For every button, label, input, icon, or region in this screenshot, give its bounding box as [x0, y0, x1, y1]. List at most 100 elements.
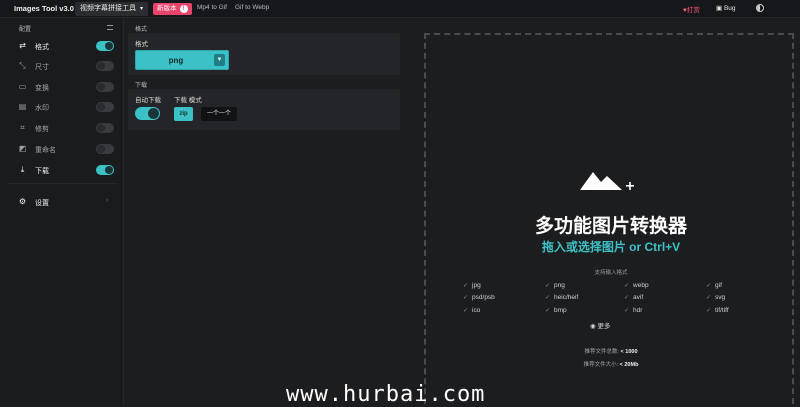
check-icon: ✓: [463, 308, 469, 314]
sidebar: 配置 ⇄ 格式 ⤡ 尺寸 ▭ 变换 ▤ 水印 ⌗ 修剪 ◩ 重命名 ⤓ 下载 ⚙…: [0, 18, 124, 406]
auto-download-label: 自动下载: [135, 97, 161, 104]
check-icon: ✓: [624, 308, 630, 314]
format-label: gif: [715, 282, 722, 289]
download-section-title: 下载: [135, 83, 148, 89]
auto-download-toggle[interactable]: [135, 107, 160, 120]
drop-zone-title: 多功能图片转换器: [534, 216, 687, 237]
theme-toggle-icon[interactable]: [756, 4, 764, 12]
link-gif-to-webp[interactable]: Gif to Webp: [235, 4, 269, 11]
total-label: 推荐文件总数:: [584, 349, 619, 355]
download-mode-button[interactable]: 一个一个: [201, 107, 237, 121]
check-icon: ✓: [545, 283, 551, 289]
format-section-title: 格式: [135, 27, 148, 33]
new-version-label: 新版本: [157, 5, 177, 12]
format-label: psd/psb: [472, 294, 495, 301]
check-icon: ✓: [706, 308, 712, 314]
format-item: ✓ bmp: [545, 307, 567, 314]
top-bar: Images Tool v3.0 视频字幕拼接工具 ▾ 新版本! Mp4 to G…: [0, 0, 800, 18]
bug-link[interactable]: ▣ Bug: [716, 4, 736, 12]
site-watermark: www.hurbai.com: [286, 382, 486, 407]
swap-arrows-icon: ⇄: [19, 41, 26, 50]
check-icon: ✓: [624, 283, 630, 289]
format-item: ✓ heic/heif: [545, 294, 578, 301]
watermark-toggle[interactable]: [96, 102, 114, 112]
format-item: ✓ avif: [624, 294, 643, 301]
more-label: 更多: [597, 323, 611, 330]
tip-link[interactable]: ♥打赏: [683, 4, 700, 14]
watermark-icon: ▤: [18, 102, 27, 111]
transform-icon: ▭: [18, 82, 27, 91]
check-icon: ✓: [545, 295, 551, 301]
format-item: ✓ webp: [624, 282, 649, 289]
format-item: ✓ jpg: [463, 282, 481, 289]
sidebar-item-label: 变换: [35, 85, 49, 92]
size-toggle[interactable]: [96, 61, 114, 71]
format-item: ✓ tif/tiff: [706, 307, 729, 314]
sidebar-item-label: 水印: [35, 105, 49, 112]
add-image-icon: [580, 172, 634, 190]
check-icon: ✓: [463, 295, 469, 301]
recommended-size: 推荐文件大小: < 20Mb: [424, 360, 798, 368]
zip-button[interactable]: zip: [174, 107, 193, 121]
format-label: hdr: [633, 307, 643, 314]
format-item: ✓ psd/psb: [463, 294, 495, 301]
bug-label: Bug: [723, 5, 736, 12]
check-icon: ✓: [545, 308, 551, 314]
transform-toggle[interactable]: [96, 82, 114, 92]
chevron-right-icon: ›: [106, 197, 109, 204]
download-toggle[interactable]: [96, 165, 114, 175]
sidebar-item-watermark[interactable]: ▤ 水印: [18, 100, 114, 114]
sidebar-item-settings[interactable]: ⚙ 设置 ›: [18, 195, 114, 209]
format-label: heic/heif: [554, 294, 579, 301]
format-field-label: 格式: [135, 41, 148, 48]
sidebar-divider: [8, 183, 118, 184]
chat-icon: ▣: [716, 5, 724, 12]
crop-toggle[interactable]: [96, 123, 114, 133]
sidebar-item-transform[interactable]: ▭ 变换: [18, 80, 114, 94]
new-version-button[interactable]: 新版本!: [153, 3, 192, 15]
format-item: ✓ hdr: [624, 307, 642, 314]
total-value: < 1000: [620, 349, 638, 355]
sidebar-header: 配置: [19, 27, 32, 33]
sidebar-item-download[interactable]: ⤓ 下载: [18, 163, 114, 177]
drop-zone-subtitle: 拖入或选择图片 or Ctrl+V: [541, 240, 681, 254]
crop-icon: ⌗: [20, 123, 25, 132]
size-label: 推荐文件大小:: [583, 362, 619, 368]
format-select[interactable]: png ▼: [135, 50, 229, 70]
download-card: 自动下载 下载 模式 zip 一个一个: [128, 89, 400, 130]
list-icon[interactable]: [107, 25, 113, 30]
format-item: ✓ ico: [463, 307, 480, 314]
sidebar-item-rename[interactable]: ◩ 重命名: [18, 142, 114, 156]
format-label: bmp: [554, 307, 567, 314]
rename-toggle[interactable]: [96, 144, 114, 154]
format-label: avif: [633, 294, 644, 301]
format-card: 格式 png ▼: [128, 33, 400, 75]
tool-select-label: 视频字幕拼接工具: [80, 5, 136, 12]
format-label: svg: [715, 294, 726, 301]
format-label: webp: [633, 282, 649, 289]
format-item: ✓ png: [545, 282, 565, 289]
supported-formats-header: 支持输入格式: [594, 270, 628, 276]
sidebar-item-format[interactable]: ⇄ 格式: [18, 39, 114, 53]
format-item: ✓ gif: [706, 282, 722, 289]
link-mp4-to-gif[interactable]: Mp4 to Gif: [197, 4, 227, 11]
sidebar-item-crop[interactable]: ⌗ 修剪: [18, 121, 114, 135]
format-toggle[interactable]: [96, 41, 114, 51]
tool-select-dropdown[interactable]: 视频字幕拼接工具 ▾: [75, 2, 149, 16]
size-value: < 20Mb: [619, 362, 639, 368]
format-label: png: [554, 282, 565, 289]
download-icon: ⤓: [20, 165, 25, 174]
format-item: ✓ svg: [706, 294, 725, 301]
tip-label: 打赏: [686, 7, 700, 14]
rename-icon: ◩: [18, 144, 27, 153]
sidebar-item-label: 格式: [35, 44, 49, 51]
more-formats-button[interactable]: ◉ 更多: [590, 320, 610, 330]
sidebar-item-label: 尺寸: [35, 64, 49, 71]
check-icon: ✓: [706, 283, 712, 289]
format-label: tif/tiff: [715, 307, 729, 314]
check-icon: ✓: [624, 295, 630, 301]
sidebar-item-size[interactable]: ⤡ 尺寸: [18, 59, 114, 73]
sidebar-item-label: 下载: [35, 168, 49, 175]
app-title: Images Tool v3.0: [14, 4, 74, 13]
alert-badge-icon: !: [179, 5, 188, 13]
